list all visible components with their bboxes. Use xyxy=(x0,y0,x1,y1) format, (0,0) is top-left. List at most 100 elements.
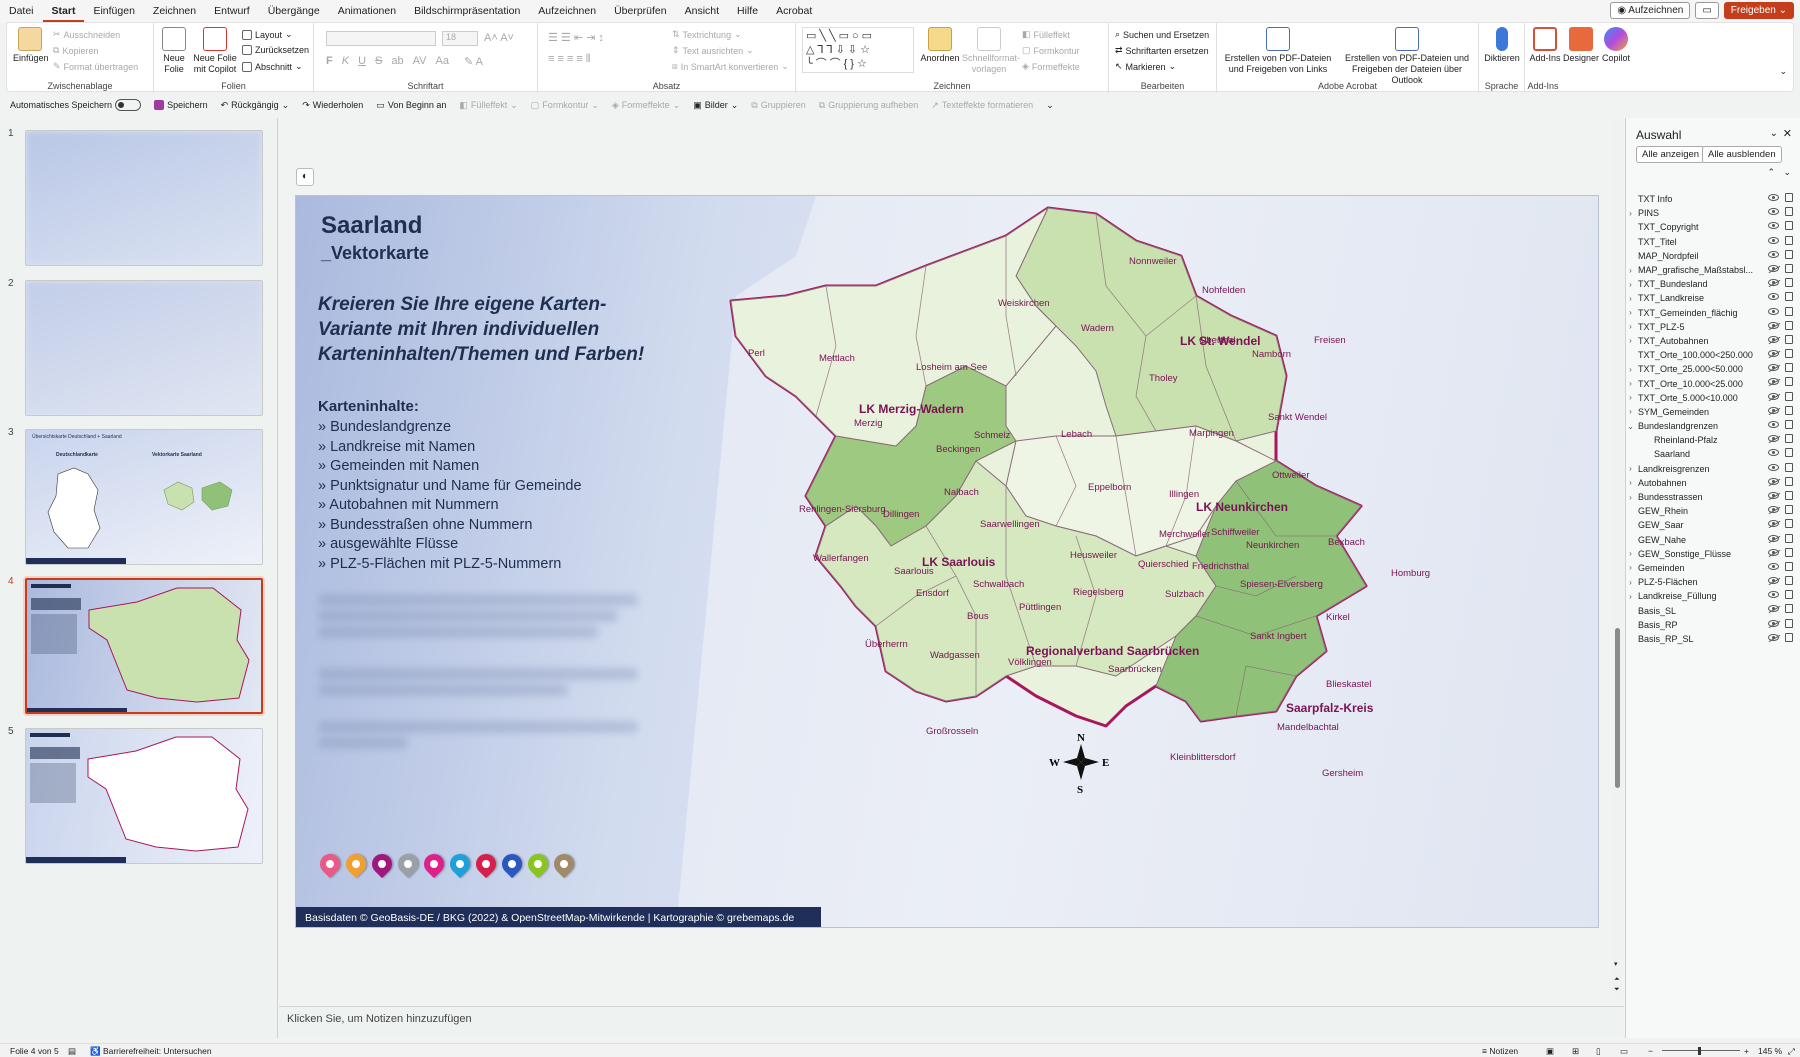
underline-button[interactable]: U xyxy=(358,55,366,67)
lock-icon[interactable] xyxy=(1785,334,1793,344)
eye-hidden-icon[interactable] xyxy=(1768,321,1779,329)
text-direction-button[interactable]: ⇅ Textrichtung ⌄ xyxy=(672,29,742,40)
lock-icon[interactable] xyxy=(1785,221,1793,231)
lock-icon[interactable] xyxy=(1785,420,1793,429)
redo-button[interactable]: ↷ Wiederholen xyxy=(302,100,363,111)
tab-ansicht[interactable]: Ansicht xyxy=(676,0,728,22)
expand-chevron-icon[interactable]: › xyxy=(1626,578,1635,587)
lock-icon[interactable] xyxy=(1785,391,1793,401)
dictate-button[interactable]: Diktieren xyxy=(1483,27,1521,64)
layer-item[interactable]: Saarland xyxy=(1626,447,1800,461)
eye-hidden-icon[interactable] xyxy=(1768,279,1779,287)
expand-chevron-icon[interactable]: › xyxy=(1626,280,1635,289)
pictures-button[interactable]: ▣ Bilder ⌄ xyxy=(693,100,738,111)
expand-chevron-icon[interactable]: › xyxy=(1626,294,1635,303)
layer-item[interactable]: › Bundesstrassen xyxy=(1626,490,1800,504)
eye-icon[interactable] xyxy=(1768,250,1779,258)
list-buttons[interactable]: ☰ ☰ ⇤ ⇥ ↕ xyxy=(548,31,604,44)
qa-fill-button[interactable]: ◧ Fülleffekt ⌄ xyxy=(459,100,517,111)
eye-hidden-icon[interactable] xyxy=(1768,364,1779,372)
notes-toggle[interactable]: ≡ Notizen xyxy=(1482,1046,1518,1056)
tab-entwurf[interactable]: Entwurf xyxy=(205,0,259,22)
spacing-button[interactable]: AV xyxy=(413,55,427,67)
layer-item[interactable]: › PINS xyxy=(1626,206,1800,220)
cut-button[interactable]: ✂ Ausschneiden xyxy=(53,29,120,40)
expand-chevron-icon[interactable]: › xyxy=(1626,478,1635,487)
zoom-slider-thumb[interactable] xyxy=(1698,1047,1701,1055)
slide-thumbnail-3[interactable]: Übersichtskarte Deutschland + Saarland D… xyxy=(25,429,263,565)
spellcheck-icon[interactable]: ▤ xyxy=(68,1046,76,1057)
layer-item[interactable]: Basis_RP_SL xyxy=(1626,632,1800,646)
slide-thumbnail-1[interactable] xyxy=(25,130,263,266)
layer-item[interactable]: › SYM_Gemeinden xyxy=(1626,405,1800,419)
copilot-button[interactable]: Copilot xyxy=(1599,27,1633,64)
expand-chevron-icon[interactable]: › xyxy=(1626,407,1635,416)
pdf-outlook-button[interactable]: Erstellen von PDF-Dateien und Freigeben … xyxy=(1339,27,1475,86)
pin-marker[interactable] xyxy=(450,854,470,884)
expand-chevron-icon[interactable]: › xyxy=(1626,266,1635,275)
eye-hidden-icon[interactable] xyxy=(1768,350,1779,358)
eye-hidden-icon[interactable] xyxy=(1768,406,1779,414)
lock-icon[interactable] xyxy=(1785,604,1793,614)
layer-item[interactable]: › TXT_PLZ-5 xyxy=(1626,320,1800,334)
pin-marker[interactable] xyxy=(528,854,548,884)
layer-item[interactable]: › TXT_Autobahnen xyxy=(1626,334,1800,348)
text-effects-button[interactable]: ↗ Texteffekte formatieren xyxy=(931,100,1033,111)
eye-hidden-icon[interactable] xyxy=(1768,506,1779,514)
lock-icon[interactable] xyxy=(1785,576,1793,586)
eye-icon[interactable] xyxy=(1768,562,1779,570)
zoom-in-icon[interactable]: + xyxy=(1744,1046,1749,1056)
lock-icon[interactable] xyxy=(1785,263,1793,273)
case-button[interactable]: Aa xyxy=(435,55,448,67)
lock-icon[interactable] xyxy=(1785,320,1793,330)
eye-hidden-icon[interactable] xyxy=(1768,534,1779,542)
grow-font-icon[interactable]: A˄ A˅ xyxy=(484,32,514,44)
paste-button[interactable]: Einfügen xyxy=(13,27,49,64)
eye-icon[interactable] xyxy=(1768,421,1779,428)
layer-item[interactable]: › TXT_Bundesland xyxy=(1626,277,1800,291)
eye-icon[interactable] xyxy=(1768,591,1779,599)
slide-thumbnail-5[interactable] xyxy=(25,728,263,864)
eye-icon[interactable] xyxy=(1768,194,1779,201)
fit-slide-icon[interactable]: ⤢ xyxy=(1788,1046,1795,1057)
layer-item[interactable]: GEW_Nahe xyxy=(1626,533,1800,547)
arrange-button[interactable]: Anordnen xyxy=(920,27,960,64)
lock-icon[interactable] xyxy=(1785,590,1793,600)
normal-view-icon[interactable]: ▣ xyxy=(1546,1046,1554,1057)
outline-button[interactable]: ▢ Formkontur xyxy=(1022,45,1080,56)
layer-item[interactable]: ⌄ Bundeslandgrenzen xyxy=(1626,419,1800,433)
tab-bildschirmpraesentation[interactable]: Bildschirmpräsentation xyxy=(405,0,529,22)
accessibility-icon[interactable]: ◐ xyxy=(296,168,314,186)
format-painter-button[interactable]: ✎ Format übertragen xyxy=(53,61,138,72)
align-buttons[interactable]: ≡ ≡ ≡ ≡ ⫴ xyxy=(548,53,591,66)
lock-icon[interactable] xyxy=(1785,278,1793,288)
lock-icon[interactable] xyxy=(1785,505,1793,515)
accessibility-status[interactable]: ♿ Barrierefreiheit: Untersuchen xyxy=(90,1046,212,1057)
eye-icon[interactable] xyxy=(1768,208,1779,216)
lock-icon[interactable] xyxy=(1785,349,1793,359)
lock-icon[interactable] xyxy=(1785,476,1793,486)
slide-thumbnail-2[interactable] xyxy=(25,280,263,416)
eye-icon[interactable] xyxy=(1768,463,1779,471)
pin-marker[interactable] xyxy=(424,854,444,884)
eye-hidden-icon[interactable] xyxy=(1768,378,1779,386)
ungroup-button[interactable]: ⧉ Gruppierung aufheben xyxy=(819,100,919,111)
reset-button[interactable]: Zurücksetzen xyxy=(242,45,309,55)
expand-chevron-icon[interactable]: › xyxy=(1626,365,1635,374)
eye-hidden-icon[interactable] xyxy=(1768,605,1779,613)
layer-item[interactable]: › Landkreisgrenzen xyxy=(1626,462,1800,476)
pin-marker[interactable] xyxy=(398,854,418,884)
lock-icon[interactable] xyxy=(1785,533,1793,543)
expand-chevron-icon[interactable]: › xyxy=(1626,592,1635,601)
lock-icon[interactable] xyxy=(1785,448,1793,458)
lock-icon[interactable] xyxy=(1785,519,1793,529)
eye-hidden-icon[interactable] xyxy=(1768,491,1779,499)
expand-chevron-icon[interactable]: › xyxy=(1626,563,1635,572)
layer-item[interactable]: › GEW_Sonstige_Flüsse xyxy=(1626,547,1800,561)
eye-hidden-icon[interactable] xyxy=(1768,477,1779,485)
layer-item[interactable]: › Landkreise_Füllung xyxy=(1626,589,1800,603)
pin-marker[interactable] xyxy=(372,854,392,884)
save-button[interactable]: Speichern xyxy=(154,100,208,110)
lock-icon[interactable] xyxy=(1785,632,1793,642)
notes-pane[interactable]: Klicken Sie, um Notizen hinzuzufügen xyxy=(279,1006,1624,1036)
